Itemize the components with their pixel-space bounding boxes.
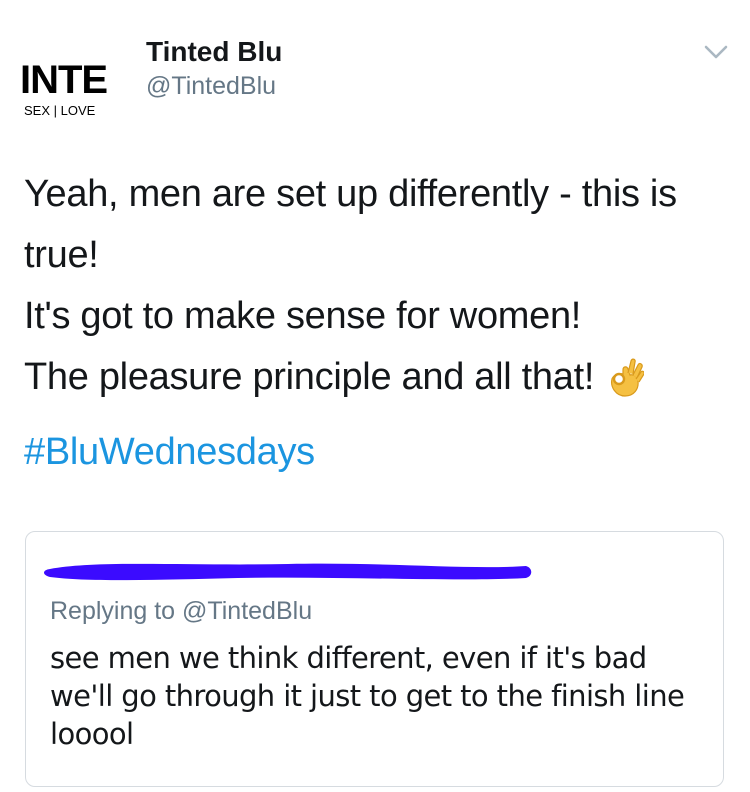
tweet-line: true! — [24, 234, 99, 276]
replying-to-mention[interactable]: @TintedBlu — [182, 597, 312, 625]
avatar-logo-text: INTE — [20, 58, 108, 102]
tweet-line-with-emoji: The pleasure principle and all that! — [24, 347, 724, 408]
quoted-line: looool — [50, 717, 134, 751]
tweet-line: It's got to make sense for women! — [24, 295, 582, 337]
author-handle[interactable]: @TintedBlu — [146, 71, 276, 101]
tweet-line: The pleasure principle and all that! — [24, 356, 595, 398]
quoted-line: see men we think different, even if it's… — [50, 641, 647, 675]
quoted-tweet-text: see men we think different, even if it's… — [50, 639, 710, 753]
replying-to-label: Replying to — [50, 597, 183, 625]
avatar[interactable]: INTE SEX | LOVE — [20, 60, 130, 122]
redaction-scribble — [38, 552, 538, 586]
hashtag-link[interactable]: #BluWednesdays — [24, 428, 315, 476]
tweet-line: Yeah, men are set up differently - this … — [24, 173, 677, 215]
quoted-tweet-card[interactable]: Replying to @TintedBlu see men we think … — [25, 531, 724, 787]
quoted-line: we'll go through it just to get to the f… — [50, 679, 685, 713]
tweet-text: Yeah, men are set up differently - this … — [24, 164, 724, 408]
chevron-down-icon[interactable] — [703, 42, 729, 62]
replying-to-context: Replying to @TintedBlu — [50, 595, 312, 627]
ok-hand-icon — [604, 357, 646, 399]
author-display-name[interactable]: Tinted Blu — [146, 35, 282, 69]
avatar-logo-subtext: SEX | LOVE — [24, 103, 96, 118]
